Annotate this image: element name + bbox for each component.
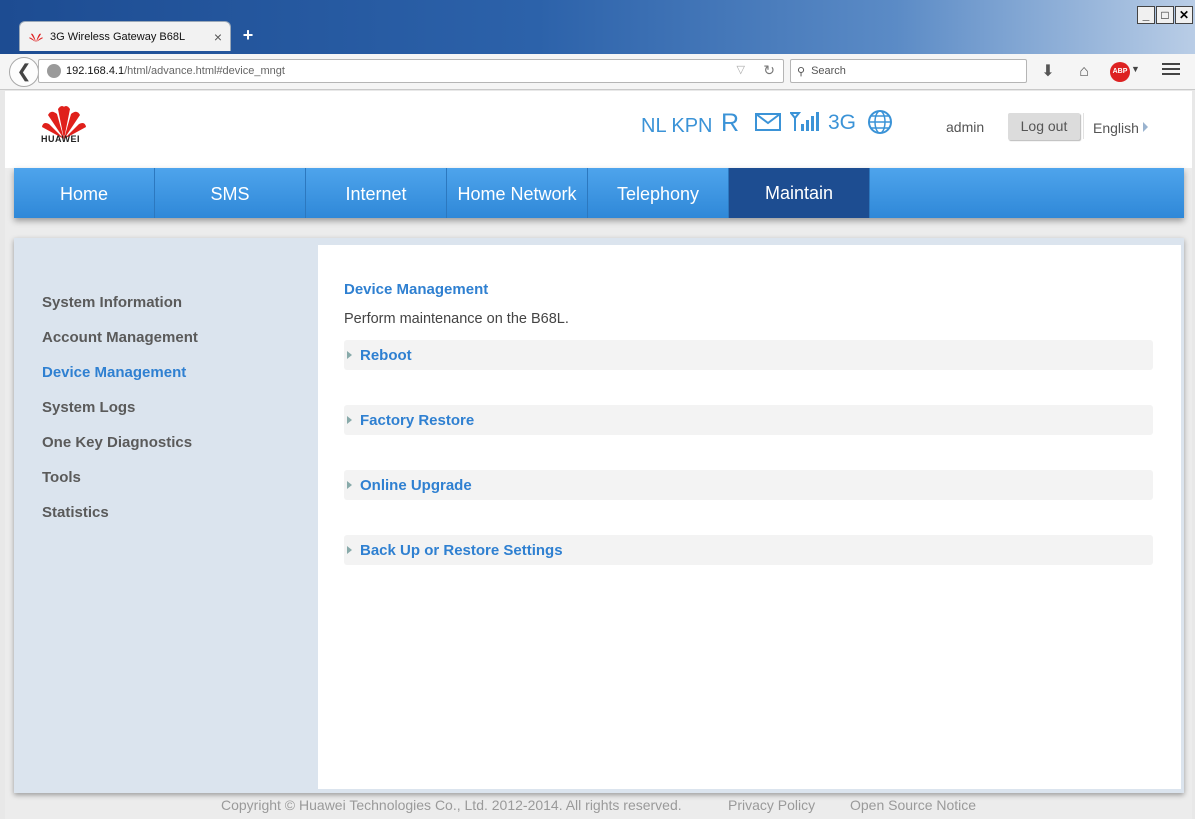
browser-nav-bar: ❮ 192.168.4.1 /html/advance.html#device_… (0, 54, 1195, 90)
sidebar-item-system-logs[interactable]: System Logs (42, 399, 135, 416)
nav-telephony[interactable]: Telephony (588, 168, 729, 218)
sidebar-item-account-management[interactable]: Account Management (42, 329, 198, 346)
window-controls: _ □ ✕ (1137, 6, 1193, 24)
sidebar-item-tools[interactable]: Tools (42, 469, 81, 486)
sidebar-item-device-management[interactable]: Device Management (42, 364, 186, 381)
content-area: System Information Account Management De… (14, 238, 1184, 793)
section-reboot[interactable]: Reboot (344, 340, 1153, 370)
expand-arrow-icon (347, 351, 352, 359)
section-label: Factory Restore (360, 412, 475, 429)
section-label: Back Up or Restore Settings (360, 542, 563, 559)
expand-arrow-icon (347, 546, 352, 554)
browser-title-bar: 3G Wireless Gateway B68L × + _ □ ✕ (0, 0, 1195, 54)
browser-tab[interactable]: 3G Wireless Gateway B68L × (19, 21, 231, 51)
nav-home-network[interactable]: Home Network (447, 168, 588, 218)
adblock-dropdown-icon[interactable]: ▼ (1131, 64, 1140, 74)
language-selector[interactable]: English (1093, 120, 1139, 136)
home-icon[interactable]: ⌂ (1073, 62, 1095, 82)
privacy-policy-link[interactable]: Privacy Policy (728, 797, 815, 813)
operator-name: NL KPN (641, 115, 713, 137)
url-dropdown-icon[interactable]: ▽ (737, 63, 745, 76)
search-placeholder: Search (811, 65, 846, 77)
section-label: Online Upgrade (360, 477, 472, 494)
url-path: /html/advance.html#device_mngt (124, 65, 285, 77)
language-arrow-icon[interactable] (1143, 122, 1148, 132)
maximize-button[interactable]: □ (1156, 6, 1174, 24)
nav-sms[interactable]: SMS (155, 168, 306, 218)
url-host: 192.168.4.1 (66, 65, 125, 77)
expand-arrow-icon (347, 481, 352, 489)
internet-globe-icon (868, 110, 892, 134)
section-label: Reboot (360, 347, 412, 364)
divider (1083, 113, 1084, 139)
copyright-text: Copyright © Huawei Technologies Co., Ltd… (221, 797, 682, 813)
nav-home[interactable]: Home (14, 168, 155, 218)
page-description: Perform maintenance on the B68L. (344, 311, 569, 327)
sidebar-item-statistics[interactable]: Statistics (42, 504, 109, 521)
download-icon[interactable]: ⬇ (1037, 62, 1059, 82)
back-button[interactable]: ❮ (9, 57, 39, 87)
network-type: 3G (828, 111, 857, 134)
mail-icon[interactable] (755, 113, 781, 131)
sidebar-item-system-information[interactable]: System Information (42, 294, 182, 311)
adblock-icon[interactable]: ABP (1110, 62, 1130, 82)
page-footer: Copyright © Huawei Technologies Co., Ltd… (5, 795, 1192, 819)
site-info-icon[interactable] (47, 64, 61, 78)
router-page: HUAWEI NL KPN R 3G admin Log out English… (5, 91, 1192, 819)
close-window-button[interactable]: ✕ (1175, 6, 1193, 24)
page-title: Device Management (344, 281, 489, 298)
roaming-indicator: R (721, 109, 740, 137)
browser-menu-icon[interactable] (1160, 60, 1182, 80)
nav-maintain[interactable]: Maintain (729, 168, 870, 218)
open-source-notice-link[interactable]: Open Source Notice (850, 797, 976, 813)
tab-title: 3G Wireless Gateway B68L (50, 30, 186, 43)
username: admin (946, 119, 985, 135)
reload-icon[interactable]: ↻ (763, 62, 775, 79)
device-management-panel: Device Management Perform maintenance on… (318, 245, 1181, 789)
sidebar-item-one-key-diagnostics[interactable]: One Key Diagnostics (42, 434, 192, 451)
tab-close-icon[interactable]: × (214, 29, 222, 45)
nav-internet[interactable]: Internet (306, 168, 447, 218)
logo-text: HUAWEI (41, 134, 80, 144)
search-icon: ⚲ (797, 65, 806, 78)
main-navigation: Home SMS Internet Home Network Telephony… (14, 168, 1184, 218)
signal-strength-icon (790, 112, 819, 131)
search-input[interactable]: ⚲ Search (790, 59, 1027, 83)
minimize-button[interactable]: _ (1137, 6, 1155, 24)
huawei-favicon-icon (29, 33, 43, 42)
section-backup-restore-settings[interactable]: Back Up or Restore Settings (344, 535, 1153, 565)
logout-button[interactable]: Log out (1008, 113, 1080, 140)
section-online-upgrade[interactable]: Online Upgrade (344, 470, 1153, 500)
section-factory-restore[interactable]: Factory Restore (344, 405, 1153, 435)
url-bar[interactable]: 192.168.4.1 /html/advance.html#device_mn… (38, 59, 784, 83)
expand-arrow-icon (347, 416, 352, 424)
new-tab-button[interactable]: + (239, 25, 257, 45)
page-header: HUAWEI NL KPN R 3G admin Log out English (5, 91, 1192, 168)
sidebar: System Information Account Management De… (14, 238, 318, 793)
